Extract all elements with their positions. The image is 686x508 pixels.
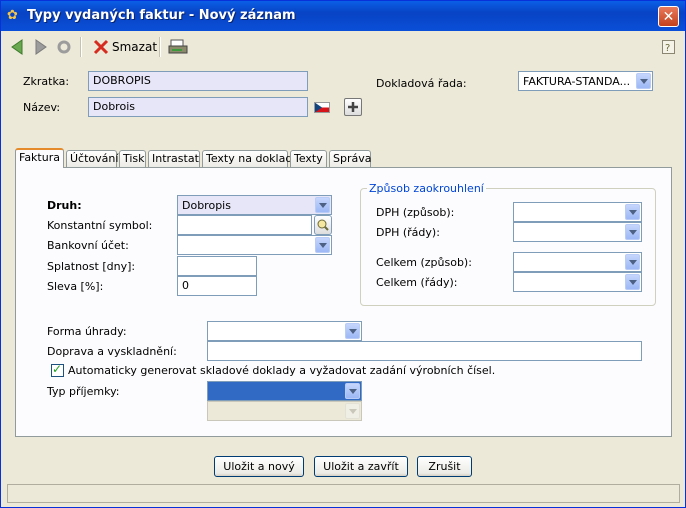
window-title: Typy vydaných faktur - Nový záznam xyxy=(27,8,296,23)
druh-select[interactable]: Dobropis xyxy=(177,195,332,215)
save-close-button[interactable]: Uložit a zavřít xyxy=(314,456,408,477)
konst-symbol-input[interactable] xyxy=(177,215,312,235)
celkem-rady-select[interactable] xyxy=(513,272,642,292)
typ-prijemky-label: Typ příjemky: xyxy=(47,385,120,398)
tab-tisk[interactable]: Tisk xyxy=(119,150,146,167)
sleva-label: Sleva [%]: xyxy=(47,280,104,293)
tab-intrastat[interactable]: Intrastat xyxy=(148,150,200,167)
delete-x-icon[interactable] xyxy=(93,39,109,55)
druh-value: Dobropis xyxy=(182,199,231,212)
celkem-zpusob-select[interactable] xyxy=(513,252,642,272)
chevron-down-icon[interactable] xyxy=(315,197,330,213)
app-key-icon: ✿ xyxy=(7,8,18,23)
print-icon[interactable] xyxy=(168,38,188,56)
toolbar: Smazat ? xyxy=(1,32,685,62)
forma-uhrady-select[interactable] xyxy=(207,321,362,341)
dph-zpusob-select[interactable] xyxy=(513,202,642,222)
zkratka-input[interactable]: DOBROPIS xyxy=(88,71,308,91)
lookup-button[interactable] xyxy=(314,215,332,235)
typ-vydejky-select xyxy=(207,401,362,421)
toolbar-separator xyxy=(159,37,161,57)
rada-select[interactable]: FAKTURA-STANDA... xyxy=(518,71,653,91)
dph-rady-select[interactable] xyxy=(513,222,642,242)
rounding-group-title: Způsob zaokrouhlení xyxy=(367,182,486,195)
chevron-down-icon[interactable] xyxy=(315,237,330,253)
typ-prijemky-select[interactable] xyxy=(207,381,362,401)
plus-icon xyxy=(348,102,358,112)
chevron-down-icon[interactable] xyxy=(625,274,640,290)
back-arrow-icon[interactable] xyxy=(10,39,24,55)
save-new-button[interactable]: Uložit a nový xyxy=(214,456,304,477)
nazev-label: Název: xyxy=(23,101,61,114)
dialog-window: ✿ Typy vydaných faktur - Nový záznam ✕ S… xyxy=(0,0,686,508)
dph-rady-label: DPH (řády): xyxy=(376,226,440,239)
doprava-label: Doprava a vyskladnění: xyxy=(47,345,177,358)
delete-button[interactable]: Smazat xyxy=(112,38,157,56)
sleva-input[interactable]: 0 xyxy=(177,276,257,296)
bank-account-select[interactable] xyxy=(177,235,332,255)
tab-sprava[interactable]: Správa xyxy=(329,150,371,167)
celkem-zpusob-label: Celkem (způsob): xyxy=(376,256,472,269)
bank-account-label: Bankovní účet: xyxy=(47,239,129,252)
chevron-down-icon[interactable] xyxy=(345,383,360,399)
chevron-down-icon[interactable] xyxy=(625,204,640,220)
chevron-down-icon[interactable] xyxy=(636,73,651,89)
add-translation-button[interactable] xyxy=(344,98,362,116)
toolbar-separator xyxy=(80,37,82,57)
close-button[interactable]: ✕ xyxy=(658,6,679,27)
rada-label: Dokladová řada: xyxy=(376,77,467,90)
tab-panel-faktura: Druh: Dobropis Konstantní symbol: Bankov… xyxy=(15,167,672,437)
chevron-down-icon[interactable] xyxy=(625,254,640,270)
celkem-rady-label: Celkem (řády): xyxy=(376,276,458,289)
splatnost-input[interactable] xyxy=(177,256,257,276)
splatnost-label: Splatnost [dny]: xyxy=(47,260,136,273)
help-icon[interactable]: ? xyxy=(662,40,675,54)
status-bar xyxy=(7,484,680,503)
svg-text:?: ? xyxy=(665,43,670,54)
tab-uctovani[interactable]: Účtování xyxy=(66,150,118,167)
dph-zpusob-label: DPH (způsob): xyxy=(376,206,455,219)
auto-generate-label: Automaticky generovat skladové doklady a… xyxy=(68,364,496,377)
konst-symbol-label: Konstantní symbol: xyxy=(47,219,153,232)
zkratka-label: Zkratka: xyxy=(23,75,70,88)
rada-value: FAKTURA-STANDA... xyxy=(523,75,631,88)
nazev-input[interactable]: Dobrois xyxy=(88,97,308,117)
refresh-icon[interactable] xyxy=(56,39,72,55)
auto-generate-checkbox[interactable] xyxy=(51,362,64,377)
forward-arrow-icon[interactable] xyxy=(34,39,48,55)
czech-flag-icon[interactable] xyxy=(314,102,330,113)
chevron-down-icon xyxy=(345,403,360,419)
cancel-button[interactable]: Zrušit xyxy=(417,456,472,477)
rounding-group: Způsob zaokrouhlení DPH (způsob): DPH (ř… xyxy=(360,182,656,306)
chevron-down-icon[interactable] xyxy=(345,323,360,339)
title-bar: ✿ Typy vydaných faktur - Nový záznam ✕ xyxy=(1,1,685,31)
druh-label: Druh: xyxy=(47,199,82,212)
chevron-down-icon[interactable] xyxy=(625,224,640,240)
search-icon xyxy=(317,219,329,231)
tab-faktura[interactable]: Faktura xyxy=(15,148,64,168)
tab-texty[interactable]: Texty xyxy=(290,150,327,167)
forma-uhrady-label: Forma úhrady: xyxy=(47,325,127,338)
doprava-input[interactable] xyxy=(207,341,642,361)
tab-texty-na-doklad[interactable]: Texty na doklad xyxy=(202,150,292,167)
